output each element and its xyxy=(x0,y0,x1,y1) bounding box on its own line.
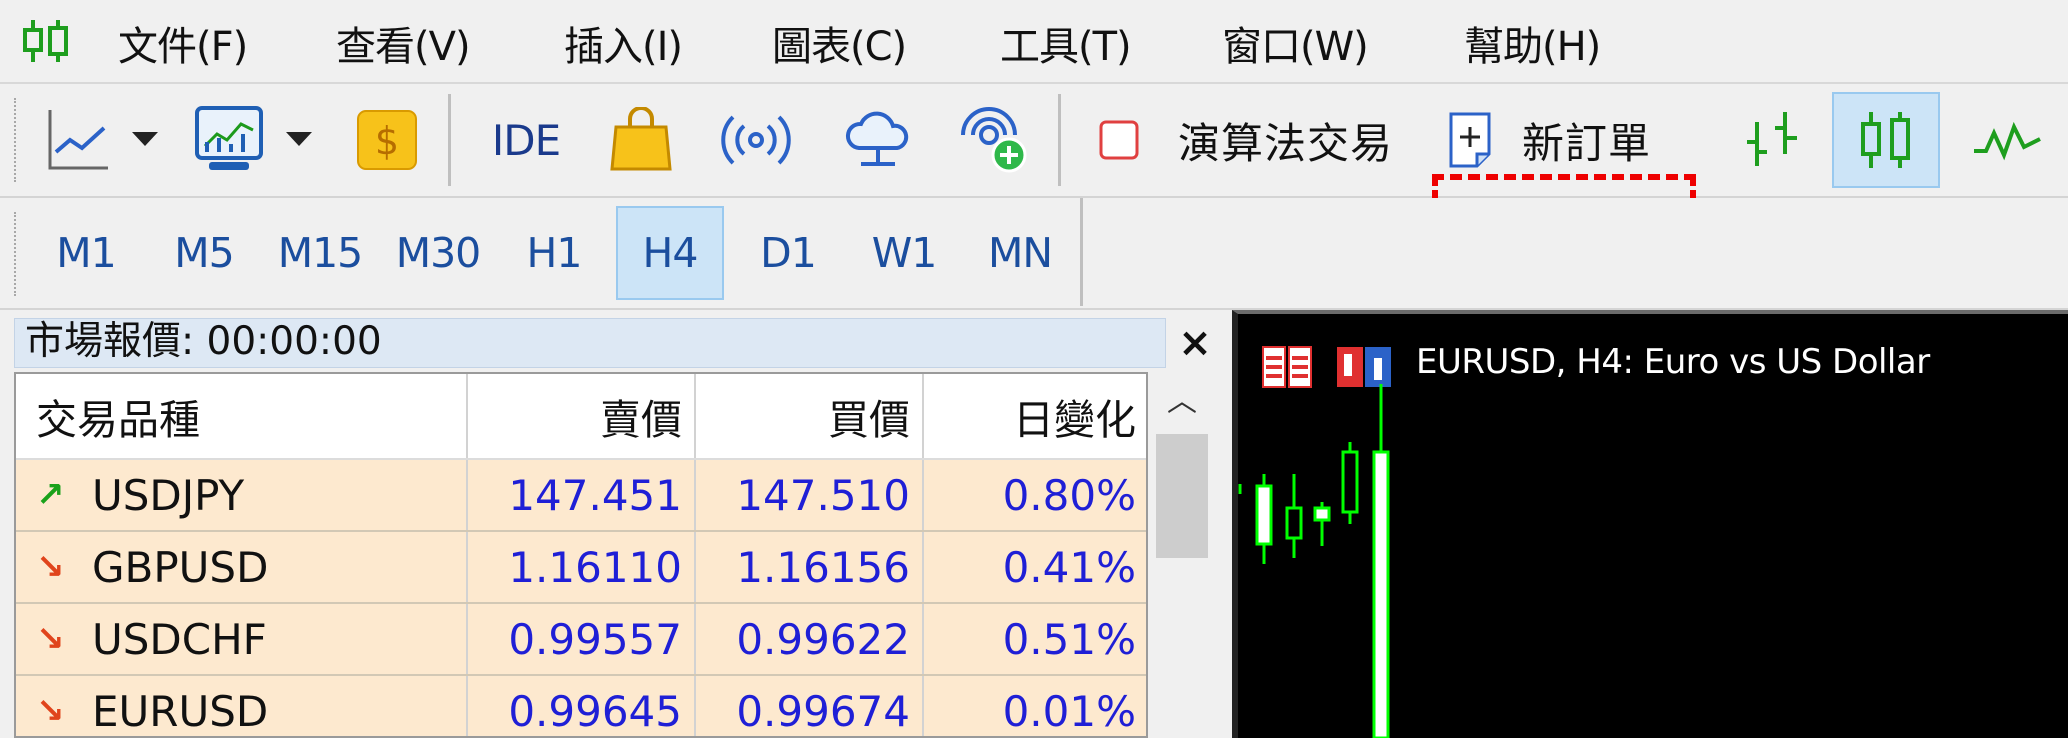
new-order-icon xyxy=(1449,112,1491,168)
symbol-name: GBPUSD xyxy=(92,542,269,592)
vps-button[interactable] xyxy=(838,92,918,188)
symbol-cell: ↘ EURUSD xyxy=(16,676,468,736)
symbol-name: EURUSD xyxy=(92,686,269,736)
bid-price: 147.451 xyxy=(468,460,696,530)
candlestick-icon xyxy=(1861,112,1910,168)
bid-price: 0.99557 xyxy=(468,604,696,674)
bid-price: 0.99645 xyxy=(468,676,696,736)
shopping-bag-icon xyxy=(610,107,672,171)
column-header-symbol[interactable]: 交易品種 xyxy=(16,374,468,458)
table-row[interactable]: ↗ USDJPY 147.451 147.510 0.80% xyxy=(16,460,1146,532)
symbol-name: USDCHF xyxy=(92,614,267,664)
scroll-thumb[interactable] xyxy=(1156,434,1208,558)
ask-price: 147.510 xyxy=(696,460,924,530)
menu-help[interactable]: 幫助(H) xyxy=(1464,14,1601,72)
dollar-icon: $ xyxy=(357,110,417,170)
line-chart-icon xyxy=(48,110,108,170)
signal-add-icon xyxy=(961,107,1027,173)
toolbar-separator xyxy=(1080,198,1083,306)
toolbar-grip[interactable] xyxy=(14,212,20,296)
trend-down-icon: ↘ xyxy=(36,691,65,731)
svg-text:$: $ xyxy=(375,119,399,163)
monitor-chart-icon xyxy=(195,106,263,170)
new-order-label: 新訂單 xyxy=(1522,118,1652,168)
chart-window[interactable]: EURUSD, H4: Euro vs US Dollar xyxy=(1232,310,2068,738)
create-signal-button[interactable] xyxy=(954,92,1034,188)
menu-file[interactable]: 文件(F) xyxy=(118,14,248,72)
menu-charts[interactable]: 圖表(C) xyxy=(772,14,907,72)
trend-down-icon: ↘ xyxy=(36,619,65,659)
menu-window[interactable]: 窗口(W) xyxy=(1222,14,1369,72)
signals-button[interactable] xyxy=(720,92,792,188)
timeframe-h1[interactable]: H1 xyxy=(500,206,608,300)
menu-bar: 文件(F) 查看(V) 插入(I) 圖表(C) 工具(T) 窗口(W) 幫助(H… xyxy=(0,0,2068,84)
symbol-cell: ↘ GBPUSD xyxy=(16,532,468,602)
timeframe-d1[interactable]: D1 xyxy=(734,206,842,300)
menu-insert[interactable]: 插入(I) xyxy=(564,14,683,72)
shop-button[interactable] xyxy=(606,92,676,188)
algo-trading-button[interactable]: 演算法交易 xyxy=(1098,92,1402,188)
market-button[interactable]: $ xyxy=(354,92,420,188)
timeframe-m15[interactable]: M15 xyxy=(266,206,374,300)
line-chart-icon xyxy=(1974,121,2041,161)
chevron-down-icon xyxy=(132,132,158,146)
timeframe-m5[interactable]: M5 xyxy=(150,206,258,300)
toolbar-separator xyxy=(448,94,451,186)
toolbar-grip[interactable] xyxy=(14,98,20,182)
timeframe-w1[interactable]: W1 xyxy=(850,206,958,300)
chevron-down-icon xyxy=(286,132,312,146)
ask-price: 0.99674 xyxy=(696,676,924,736)
table-row[interactable]: ↘ EURUSD 0.99645 0.99674 0.01% xyxy=(16,676,1146,736)
daily-change: 0.51% xyxy=(1002,614,1136,664)
menu-tools[interactable]: 工具(T) xyxy=(1000,14,1132,72)
market-watch-title: 市場報價: 00:00:00 xyxy=(14,318,1166,368)
main-toolbar: $ IDE 演算法交易 新訂單 xyxy=(0,84,2068,266)
cloud-icon xyxy=(846,111,909,166)
profiles-dropdown[interactable] xyxy=(280,92,318,188)
column-header-daily-change[interactable]: 日變化 xyxy=(924,374,1146,458)
ide-label: IDE xyxy=(491,115,561,165)
timeframes-toolbar: M1 M5 M15 M30 H1 H4 D1 W1 MN xyxy=(0,198,2068,310)
vertical-scrollbar[interactable]: ︿ xyxy=(1150,372,1214,738)
menu-view[interactable]: 查看(V) xyxy=(336,14,471,72)
symbol-cell: ↗ USDJPY xyxy=(16,460,468,530)
daily-change: 0.01% xyxy=(1002,686,1136,736)
table-row[interactable]: ↘ USDCHF 0.99557 0.99622 0.51% xyxy=(16,604,1146,676)
broadcast-icon xyxy=(721,115,791,165)
algo-trading-label: 演算法交易 xyxy=(1178,118,1394,168)
toolbar-separator xyxy=(1058,94,1061,186)
column-header-ask[interactable]: 買價 xyxy=(696,374,924,458)
trend-down-icon: ↘ xyxy=(36,547,65,587)
profiles-button[interactable] xyxy=(190,92,268,188)
table-header: 交易品種 賣價 買價 日變化 xyxy=(16,374,1146,460)
column-header-bid[interactable]: 賣價 xyxy=(468,374,696,458)
candlestick-series xyxy=(1238,384,1390,738)
new-chart-dropdown[interactable] xyxy=(126,92,164,188)
ask-price: 0.99622 xyxy=(696,604,924,674)
timeframe-h4[interactable]: H4 xyxy=(616,206,724,300)
daily-change: 0.80% xyxy=(1002,470,1136,520)
symbol-cell: ↘ USDCHF xyxy=(16,604,468,674)
daily-change: 0.41% xyxy=(1002,542,1136,592)
new-chart-button[interactable] xyxy=(40,92,116,188)
stop-square-icon xyxy=(1099,120,1139,160)
ask-price: 1.16156 xyxy=(696,532,924,602)
ide-button[interactable]: IDE xyxy=(478,92,574,188)
timeframe-m1[interactable]: M1 xyxy=(32,206,140,300)
timeframe-m30[interactable]: M30 xyxy=(384,206,492,300)
bid-price: 1.16110 xyxy=(468,532,696,602)
scroll-up-icon[interactable]: ︿ xyxy=(1150,372,1214,428)
timeframe-mn[interactable]: MN xyxy=(966,206,1074,300)
trend-up-icon: ↗ xyxy=(36,475,65,515)
market-watch-table: 交易品種 賣價 買價 日變化 ↗ USDJPY 147.451 147.510 … xyxy=(14,372,1148,738)
line-chart-button[interactable] xyxy=(1962,92,2052,188)
close-icon[interactable]: × xyxy=(1172,320,1218,366)
market-watch-panel: 市場報價: 00:00:00 × 交易品種 賣價 買價 日變化 ↗ USDJPY… xyxy=(0,310,1228,738)
symbol-name: USDJPY xyxy=(92,470,245,520)
ohlc-bars-icon xyxy=(1747,112,1797,166)
table-row[interactable]: ↘ GBPUSD 1.16110 1.16156 0.41% xyxy=(16,532,1146,604)
bar-chart-button[interactable] xyxy=(1722,92,1822,188)
candlestick-chart-button[interactable] xyxy=(1832,92,1940,188)
app-logo-icon[interactable] xyxy=(20,16,72,66)
